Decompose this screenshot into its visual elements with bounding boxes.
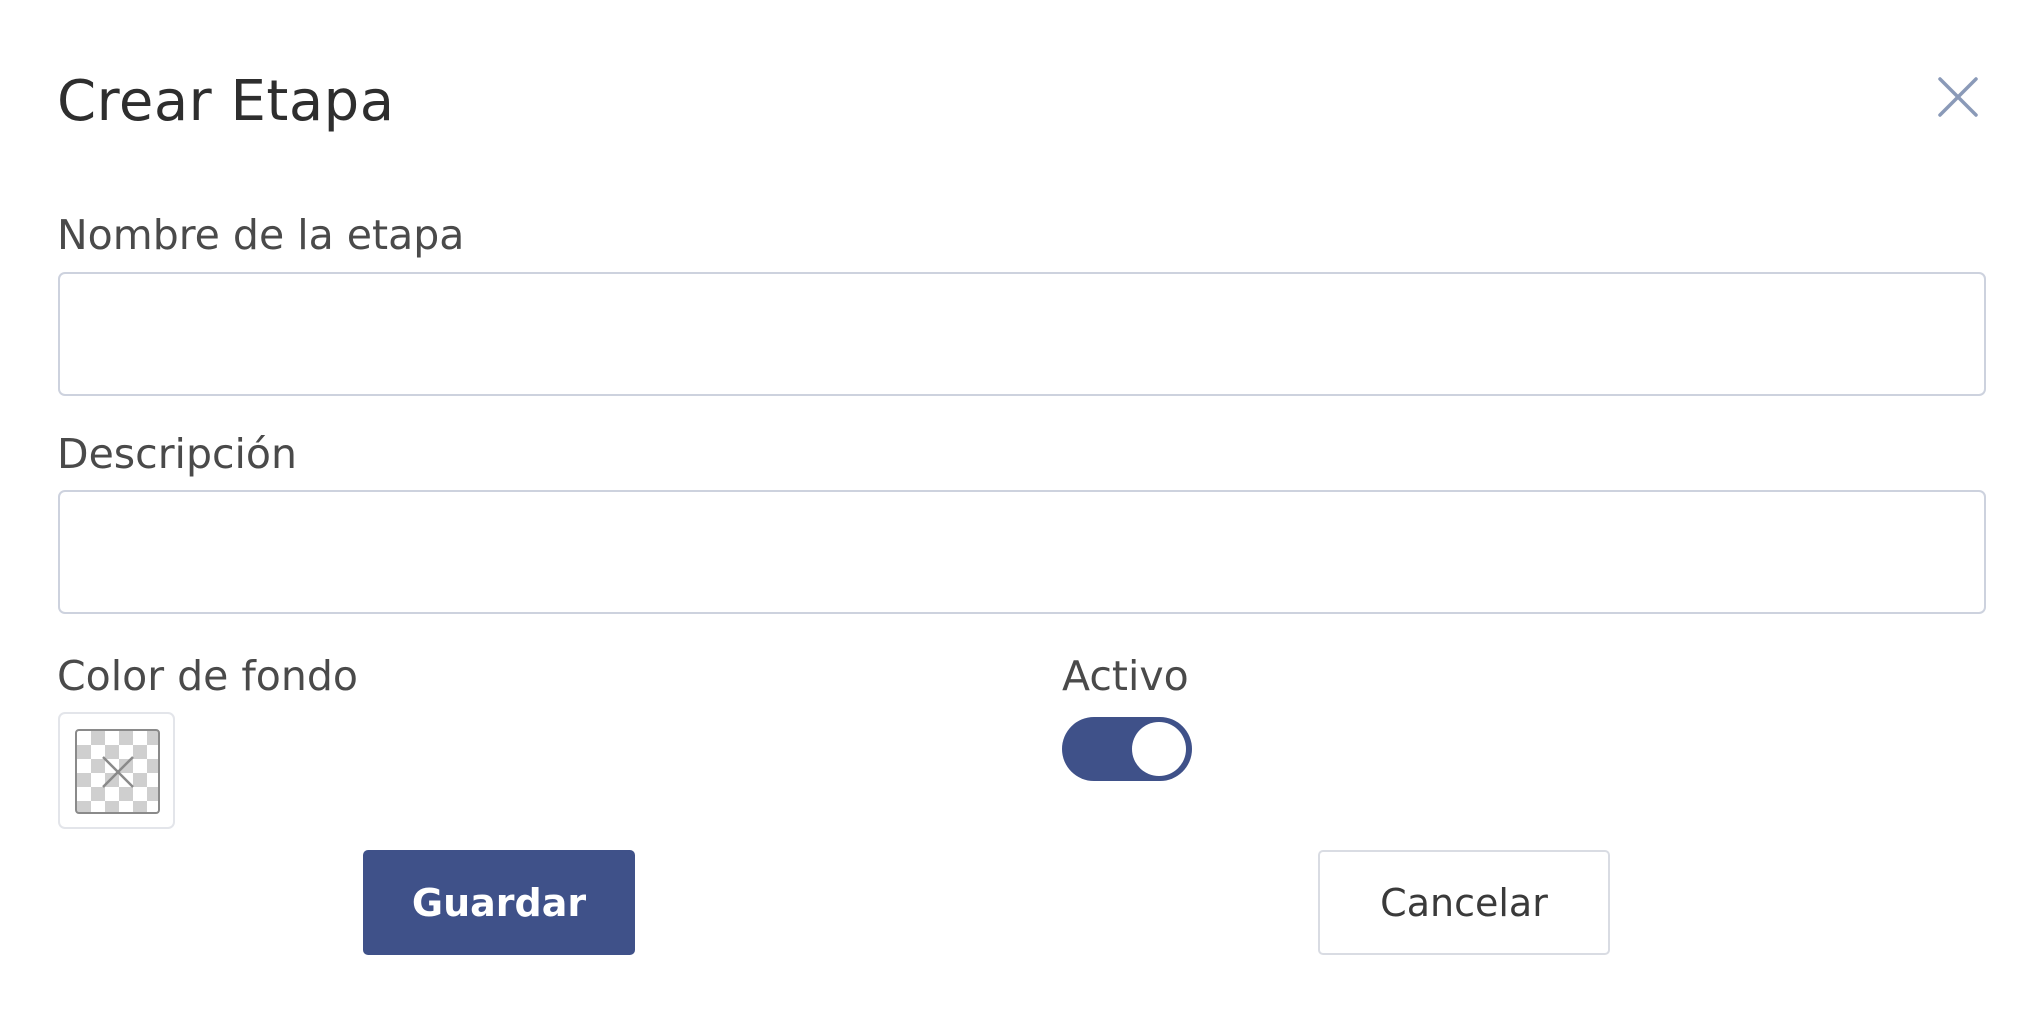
toggle-knob [1132, 722, 1186, 776]
transparent-color-swatch-icon [75, 729, 160, 814]
description-input[interactable] [58, 490, 1986, 614]
create-stage-dialog: Crear Etapa Nombre de la etapa Descripci… [0, 0, 2026, 1030]
close-icon[interactable] [1935, 74, 1981, 120]
active-label: Activo [1062, 652, 1189, 700]
stage-name-label: Nombre de la etapa [57, 211, 465, 259]
background-color-label: Color de fondo [57, 652, 358, 700]
stage-name-input[interactable] [58, 272, 1986, 396]
cancel-button[interactable]: Cancelar [1318, 850, 1610, 955]
dialog-title: Crear Etapa [57, 69, 395, 134]
background-color-picker[interactable] [58, 712, 175, 829]
description-label: Descripción [57, 430, 297, 478]
save-button[interactable]: Guardar [363, 850, 635, 955]
active-toggle[interactable] [1062, 717, 1192, 781]
